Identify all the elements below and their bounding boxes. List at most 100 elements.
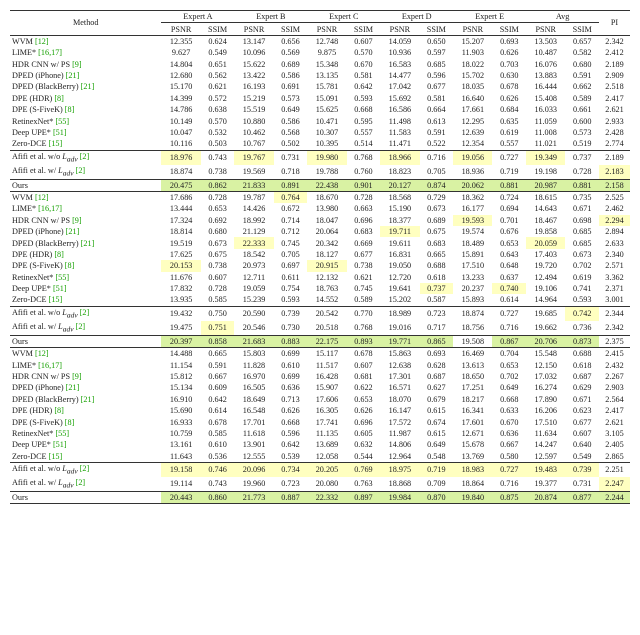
cell: 11.583 bbox=[380, 127, 419, 138]
cell: 0.619 bbox=[565, 272, 599, 283]
cell: 17.741 bbox=[307, 416, 346, 427]
cite-link[interactable]: [21] bbox=[81, 239, 95, 248]
cell: 19.158 bbox=[161, 462, 200, 477]
cell: 0.877 bbox=[565, 491, 599, 503]
cite-link[interactable]: [15] bbox=[49, 139, 63, 148]
cite-link[interactable]: [16,17] bbox=[38, 361, 62, 370]
cell: 0.633 bbox=[492, 405, 526, 416]
cell: 0.734 bbox=[274, 462, 308, 477]
cell: 15.891 bbox=[453, 249, 492, 260]
cell: 2.564 bbox=[599, 394, 630, 405]
cite-link[interactable]: [8] bbox=[65, 418, 75, 427]
cell: 0.883 bbox=[274, 335, 308, 347]
cite-link[interactable]: [9] bbox=[72, 60, 82, 69]
cell: 19.016 bbox=[380, 321, 419, 336]
cell: 15.622 bbox=[234, 59, 273, 70]
method-cell: WVM [12] bbox=[10, 191, 161, 203]
cell: 12.150 bbox=[526, 359, 565, 370]
hdr-expC: Expert C bbox=[307, 11, 380, 23]
cite-link[interactable]: [55] bbox=[55, 117, 69, 126]
cell: 0.591 bbox=[201, 359, 235, 370]
cell: 19.198 bbox=[526, 165, 565, 180]
cell: 18.035 bbox=[453, 81, 492, 92]
cite-link[interactable]: [12] bbox=[35, 349, 49, 358]
cite-link[interactable]: [51] bbox=[53, 440, 67, 449]
cell: 0.727 bbox=[492, 306, 526, 321]
cite-link[interactable]: [16,17] bbox=[38, 48, 62, 57]
cite-link[interactable]: [2] bbox=[76, 166, 86, 175]
cite-link[interactable]: [8] bbox=[54, 94, 64, 103]
cell: 0.613 bbox=[420, 115, 454, 126]
table-row: Afifi et al. w/ Ladv [2]19.4750.75120.54… bbox=[10, 321, 630, 336]
cite-link[interactable]: [21] bbox=[66, 383, 80, 392]
cite-link[interactable]: [16,17] bbox=[38, 204, 62, 213]
cite-link[interactable]: [2] bbox=[80, 464, 90, 473]
cite-link[interactable]: [55] bbox=[55, 273, 69, 282]
table-row: RetinexNet* [55]10.7590.58511.6180.59611… bbox=[10, 428, 630, 439]
cell: 0.622 bbox=[347, 382, 381, 393]
cell: 0.642 bbox=[347, 81, 381, 92]
cell: 15.625 bbox=[307, 104, 346, 115]
cite-link[interactable]: [2] bbox=[80, 152, 90, 161]
cite-link[interactable]: [21] bbox=[81, 395, 95, 404]
cell: 0.680 bbox=[565, 59, 599, 70]
cite-link[interactable]: [21] bbox=[66, 227, 80, 236]
cell: 2.417 bbox=[599, 93, 630, 104]
cell: 10.116 bbox=[161, 138, 200, 150]
cell: 15.117 bbox=[307, 348, 346, 360]
cell: 0.522 bbox=[420, 138, 454, 150]
cite-link[interactable]: [2] bbox=[76, 478, 86, 487]
cell: 0.619 bbox=[492, 127, 526, 138]
cite-link[interactable]: [51] bbox=[53, 128, 67, 137]
cell: 0.881 bbox=[565, 179, 599, 191]
cell: 12.597 bbox=[526, 450, 565, 462]
cite-link[interactable]: [12] bbox=[35, 193, 49, 202]
cell: 10.307 bbox=[307, 127, 346, 138]
cell: 15.348 bbox=[307, 59, 346, 70]
cell: 16.583 bbox=[380, 59, 419, 70]
cite-link[interactable]: [15] bbox=[49, 295, 63, 304]
cite-link[interactable]: [21] bbox=[81, 82, 95, 91]
cite-link[interactable]: [12] bbox=[35, 37, 49, 46]
cite-link[interactable]: [8] bbox=[54, 406, 64, 415]
cite-link[interactable]: [9] bbox=[72, 372, 82, 381]
cell: 18.874 bbox=[453, 306, 492, 321]
cell: 15.678 bbox=[453, 439, 492, 450]
cell: 0.735 bbox=[565, 191, 599, 203]
cite-link[interactable]: [8] bbox=[65, 261, 75, 270]
cell: 20.987 bbox=[526, 179, 565, 191]
cite-link[interactable]: [15] bbox=[49, 452, 63, 461]
cell: 0.593 bbox=[347, 93, 381, 104]
cite-link[interactable]: [21] bbox=[66, 71, 80, 80]
cell: 0.728 bbox=[565, 165, 599, 180]
cell: 15.190 bbox=[380, 203, 419, 214]
cell: 0.582 bbox=[565, 47, 599, 58]
cite-link[interactable]: [8] bbox=[54, 250, 64, 259]
cite-link[interactable]: [2] bbox=[76, 322, 86, 331]
cell: 0.729 bbox=[420, 191, 454, 203]
table-row: Afifi et al. w/ Ladv [2]19.1140.74319.96… bbox=[10, 477, 630, 492]
cell: 9.875 bbox=[307, 47, 346, 58]
cell: 0.557 bbox=[492, 138, 526, 150]
cell: 17.572 bbox=[380, 416, 419, 427]
cell: 16.505 bbox=[234, 382, 273, 393]
cell: 2.267 bbox=[599, 371, 630, 382]
table-row: DPED (iPhone) [21]18.8140.68021.1290.712… bbox=[10, 226, 630, 237]
cell: 15.690 bbox=[161, 405, 200, 416]
cell: 0.676 bbox=[492, 226, 526, 237]
cite-link[interactable]: [9] bbox=[72, 216, 82, 225]
cell: 0.701 bbox=[492, 215, 526, 226]
cite-link[interactable]: [55] bbox=[55, 429, 69, 438]
cell: 2.342 bbox=[599, 321, 630, 336]
cell: 0.653 bbox=[492, 359, 526, 370]
cite-link[interactable]: [2] bbox=[80, 308, 90, 317]
cite-link[interactable]: [8] bbox=[65, 105, 75, 114]
cite-link[interactable]: [51] bbox=[53, 284, 67, 293]
cell: 0.611 bbox=[274, 272, 308, 283]
cell: 0.873 bbox=[565, 335, 599, 347]
cell: 0.751 bbox=[201, 321, 235, 336]
cell: 0.605 bbox=[347, 428, 381, 439]
cell: 13.135 bbox=[307, 70, 346, 81]
cell: 0.624 bbox=[201, 35, 235, 47]
cell: 18.670 bbox=[307, 191, 346, 203]
